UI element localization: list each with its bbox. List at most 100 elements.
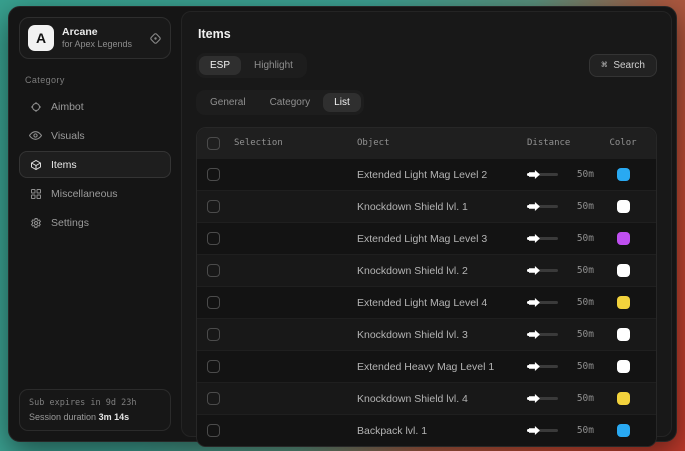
slider-thumb[interactable] (529, 362, 540, 371)
distance-value: 50m (568, 201, 594, 212)
sidebar-item-aimbot[interactable]: Aimbot (19, 93, 171, 120)
distance-slider[interactable] (527, 429, 558, 432)
distance-value: 50m (568, 361, 594, 372)
slider-thumb[interactable] (529, 394, 540, 403)
sidebar-item-visuals[interactable]: Visuals (19, 122, 171, 149)
sidebar-item-miscellaneous[interactable]: Miscellaneous (19, 180, 171, 207)
table-row: Knockdown Shield lvl. 3 50m (197, 318, 656, 350)
row-checkbox[interactable] (207, 392, 220, 405)
sidebar-item-label: Miscellaneous (51, 188, 118, 200)
table-row: Knockdown Shield lvl. 2 50m (197, 254, 656, 286)
distance-value: 50m (568, 329, 594, 340)
slider-thumb[interactable] (529, 170, 540, 179)
sidebar-item-label: Visuals (51, 130, 85, 142)
row-checkbox[interactable] (207, 360, 220, 373)
slider-thumb[interactable] (529, 330, 540, 339)
distance-slider[interactable] (527, 301, 558, 304)
command-icon: ⌘ (601, 60, 607, 71)
color-swatch[interactable] (617, 360, 630, 373)
gear-icon (29, 217, 42, 229)
column-header-color: Color (600, 138, 646, 148)
main-panel: Items ESP Highlight ⌘ Search General Cat… (181, 11, 672, 437)
distance-value: 50m (568, 393, 594, 404)
sidebar-item-label: Items (51, 159, 77, 171)
crosshair-icon (29, 101, 42, 113)
object-name: Extended Light Mag Level 2 (357, 169, 527, 181)
row-checkbox[interactable] (207, 232, 220, 245)
table-row: Extended Light Mag Level 4 50m (197, 286, 656, 318)
distance-slider[interactable] (527, 205, 558, 208)
tab-category[interactable]: Category (259, 93, 322, 112)
color-swatch[interactable] (617, 392, 630, 405)
distance-slider[interactable] (527, 397, 558, 400)
distance-slider[interactable] (527, 173, 558, 176)
category-section-label: Category (25, 75, 165, 85)
sidebar: A Arcane for Apex Legends Category Aimbo… (9, 7, 181, 441)
row-checkbox[interactable] (207, 264, 220, 277)
page-title: Items (198, 27, 657, 41)
distance-slider[interactable] (527, 365, 558, 368)
tab-list[interactable]: List (323, 93, 361, 112)
slider-thumb[interactable] (529, 234, 540, 243)
sidebar-item-items[interactable]: Items (19, 151, 171, 178)
color-swatch[interactable] (617, 264, 630, 277)
sidebar-item-label: Aimbot (51, 101, 84, 113)
distance-value: 50m (568, 297, 594, 308)
table-row: Extended Heavy Mag Level 1 50m (197, 350, 656, 382)
table-header-row: Selection Object Distance Color (197, 128, 656, 158)
color-swatch[interactable] (617, 328, 630, 341)
object-name: Extended Heavy Mag Level 1 (357, 361, 527, 373)
table-row: Backpack lvl. 1 50m (197, 414, 656, 446)
session-duration-text: Session duration 3m 14s (29, 412, 161, 422)
tab-esp[interactable]: ESP (199, 56, 241, 75)
grid-icon (29, 188, 42, 200)
slider-thumb[interactable] (529, 426, 540, 435)
app-logo: A (28, 25, 54, 51)
color-swatch[interactable] (617, 424, 630, 437)
distance-slider[interactable] (527, 269, 558, 272)
color-swatch[interactable] (617, 200, 630, 213)
sidebar-item-settings[interactable]: Settings (19, 209, 171, 236)
row-checkbox[interactable] (207, 296, 220, 309)
eye-icon (29, 129, 42, 142)
distance-value: 50m (568, 265, 594, 276)
session-info-card: Sub expires in 9d 23h Session duration 3… (19, 389, 171, 431)
color-swatch[interactable] (617, 296, 630, 309)
column-header-object: Object (357, 138, 527, 148)
slider-thumb[interactable] (529, 266, 540, 275)
row-checkbox[interactable] (207, 424, 220, 437)
color-swatch[interactable] (617, 168, 630, 181)
target-icon[interactable] (149, 32, 162, 45)
row-checkbox[interactable] (207, 328, 220, 341)
distance-slider[interactable] (527, 237, 558, 240)
table-row: Extended Light Mag Level 3 50m (197, 222, 656, 254)
view-tabs: General Category List (196, 90, 364, 115)
slider-thumb[interactable] (529, 202, 540, 211)
object-name: Knockdown Shield lvl. 2 (357, 265, 527, 277)
row-checkbox[interactable] (207, 168, 220, 181)
object-name: Knockdown Shield lvl. 4 (357, 393, 527, 405)
box-icon (29, 159, 42, 171)
tab-general[interactable]: General (199, 93, 257, 112)
search-button[interactable]: ⌘ Search (589, 54, 657, 77)
object-name: Extended Light Mag Level 4 (357, 297, 527, 309)
column-header-selection: Selection (234, 138, 283, 148)
column-header-distance: Distance (527, 138, 600, 148)
distance-value: 50m (568, 233, 594, 244)
row-checkbox[interactable] (207, 200, 220, 213)
select-all-checkbox[interactable] (207, 137, 220, 150)
table-row: Knockdown Shield lvl. 4 50m (197, 382, 656, 414)
object-name: Backpack lvl. 1 (357, 425, 527, 437)
app-header-card: A Arcane for Apex Legends (19, 17, 171, 59)
distance-value: 50m (568, 169, 594, 180)
object-name: Knockdown Shield lvl. 3 (357, 329, 527, 341)
distance-slider[interactable] (527, 333, 558, 336)
search-button-label: Search (613, 60, 645, 71)
distance-value: 50m (568, 425, 594, 436)
items-table: Selection Object Distance Color Extended… (196, 127, 657, 447)
sidebar-item-label: Settings (51, 217, 89, 229)
slider-thumb[interactable] (529, 298, 540, 307)
color-swatch[interactable] (617, 232, 630, 245)
tab-highlight[interactable]: Highlight (243, 56, 304, 75)
app-subtitle: for Apex Legends (62, 39, 141, 50)
